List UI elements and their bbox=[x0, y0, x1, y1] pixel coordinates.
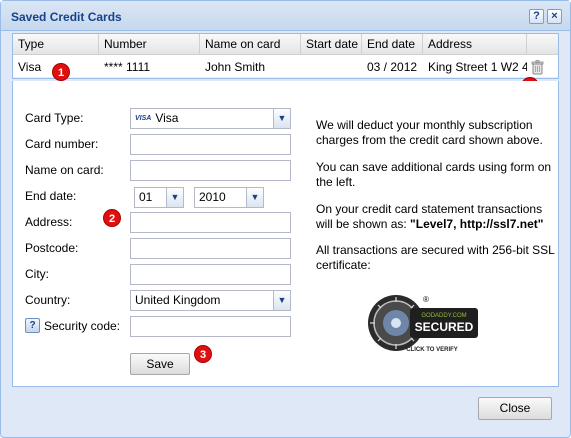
table-row[interactable]: Visa **** 1111 John Smith 03 / 2012 King… bbox=[13, 56, 558, 78]
seal-bottom-text: CLICK TO VERIFY bbox=[406, 347, 458, 353]
card-type-select[interactable]: VISA Visa ▼ bbox=[130, 108, 291, 129]
info-paragraph-1: We will deduct your monthly subscription… bbox=[316, 118, 543, 147]
card-number-label: Card number: bbox=[25, 137, 99, 151]
country-value: United Kingdom bbox=[135, 293, 221, 307]
security-code-input[interactable] bbox=[130, 316, 291, 337]
callout-badge-3: 3 bbox=[194, 345, 212, 363]
card-number-input[interactable] bbox=[130, 134, 291, 155]
info-paragraph-4: All transactions are secured with 256-bi… bbox=[316, 243, 555, 272]
end-month-value: 01 bbox=[139, 190, 153, 204]
address-label: Address: bbox=[25, 215, 73, 229]
end-year-select[interactable]: 2010 ▼ bbox=[194, 187, 264, 208]
godaddy-secured-seal[interactable]: GODADDY.COM SECURED CLICK TO VERIFY ® bbox=[366, 292, 482, 354]
column-header-start-date[interactable]: Start date bbox=[301, 34, 362, 55]
column-header-type[interactable]: Type bbox=[13, 34, 99, 55]
postcode-label: Postcode: bbox=[25, 241, 79, 255]
end-month-select[interactable]: 01 ▼ bbox=[134, 187, 184, 208]
close-button[interactable]: Close bbox=[478, 397, 552, 420]
callout-badge-2: 2 bbox=[103, 209, 121, 227]
save-button[interactable]: Save bbox=[130, 353, 190, 375]
end-date-label: End date: bbox=[25, 189, 77, 203]
address-input[interactable] bbox=[130, 212, 291, 233]
trash-icon[interactable] bbox=[531, 60, 544, 75]
callout-badge-1: 1 bbox=[52, 63, 70, 81]
cell-number: **** 1111 bbox=[104, 60, 151, 74]
city-input[interactable] bbox=[130, 264, 291, 285]
cell-name: John Smith bbox=[205, 60, 266, 74]
window-title: Saved Credit Cards bbox=[11, 10, 122, 24]
column-header-address[interactable]: Address bbox=[423, 34, 527, 55]
seal-top-text: GODADDY.COM bbox=[421, 313, 466, 319]
info-paragraph-2: You can save additional cards using form… bbox=[316, 160, 552, 189]
info-paragraph-3: On your credit card statement transactio… bbox=[316, 202, 556, 232]
statement-descriptor: "Level7, http://ssl7.net" bbox=[410, 217, 544, 231]
grid-header: Type Number Name on card Start date End … bbox=[13, 34, 558, 55]
postcode-input[interactable] bbox=[130, 238, 291, 259]
column-header-actions bbox=[527, 34, 558, 55]
column-header-end-date[interactable]: End date bbox=[362, 34, 423, 55]
saved-cards-window: Saved Credit Cards ? × Type Number Name … bbox=[0, 0, 571, 438]
country-label: Country: bbox=[25, 293, 71, 307]
cell-start-date bbox=[301, 56, 362, 78]
name-on-card-input[interactable] bbox=[130, 160, 291, 181]
chevron-down-icon[interactable]: ▼ bbox=[166, 188, 183, 207]
column-header-number[interactable]: Number bbox=[99, 34, 200, 55]
close-window-button[interactable]: × bbox=[547, 9, 562, 24]
card-type-value: Visa bbox=[155, 111, 179, 125]
seal-main-text: SECURED bbox=[415, 320, 474, 334]
chevron-down-icon[interactable]: ▼ bbox=[246, 188, 263, 207]
city-label: City: bbox=[25, 267, 49, 281]
visa-logo-icon: VISA bbox=[135, 115, 152, 123]
card-form-panel: Card Type: VISA Visa ▼ Card number: Name … bbox=[12, 81, 559, 387]
column-header-name[interactable]: Name on card bbox=[200, 34, 301, 55]
end-year-value: 2010 bbox=[199, 190, 226, 204]
window-titlebar: Saved Credit Cards ? × bbox=[1, 1, 570, 31]
cell-end-date: 03 / 2012 bbox=[367, 60, 418, 74]
card-type-label: Card Type: bbox=[25, 111, 84, 125]
help-button[interactable]: ? bbox=[529, 9, 544, 24]
name-on-card-label: Name on card: bbox=[25, 163, 104, 177]
security-code-help-icon[interactable]: ? bbox=[25, 318, 40, 333]
saved-cards-grid: Type Number Name on card Start date End … bbox=[12, 33, 559, 79]
registered-mark: ® bbox=[423, 295, 429, 304]
chevron-down-icon[interactable]: ▼ bbox=[273, 109, 290, 128]
country-select[interactable]: United Kingdom ▼ bbox=[130, 290, 291, 311]
security-code-label: Security code: bbox=[44, 319, 121, 333]
chevron-down-icon[interactable]: ▼ bbox=[273, 291, 290, 310]
cell-address: King Street 1 W2 4h bbox=[428, 60, 527, 74]
